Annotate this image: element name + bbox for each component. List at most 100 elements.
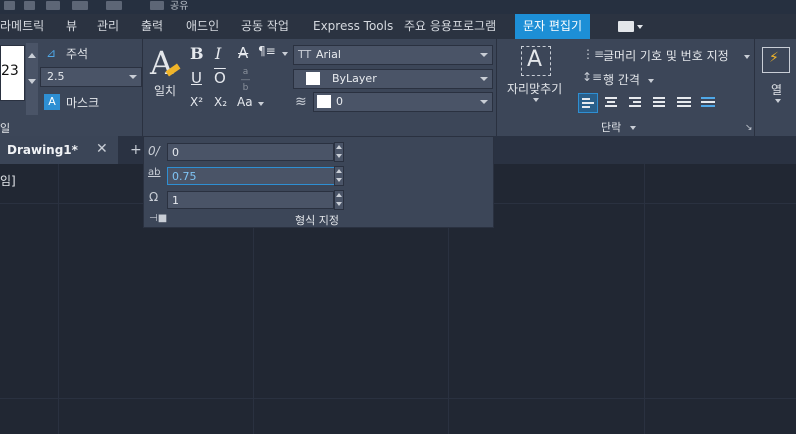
distribute-spacing-button[interactable] <box>698 93 718 113</box>
text-height-preview[interactable]: 23 <box>0 45 25 101</box>
save-icon[interactable] <box>4 1 15 10</box>
undo-icon[interactable] <box>72 1 88 10</box>
match-properties-icon[interactable]: A <box>150 44 173 82</box>
line-spacing-icon[interactable]: ↕≡ <box>582 70 602 84</box>
tab-parametric[interactable]: 라메트릭 <box>0 14 44 39</box>
superscript-button[interactable]: X² <box>190 95 203 109</box>
justification-icon[interactable]: A <box>521 46 551 76</box>
annotative-label[interactable]: 주석 <box>66 45 88 62</box>
ribbon-tab-bar: 라메트릭 뷰 관리 출력 애드인 공동 작업 Express Tools 주요 … <box>0 14 796 39</box>
grid-line <box>0 398 796 399</box>
dialog-launcher-icon[interactable]: ↘ <box>745 123 753 133</box>
tab-view[interactable]: 뷰 <box>66 14 77 39</box>
tab-express-tools[interactable]: Express Tools <box>313 14 393 39</box>
scroll-down-icon[interactable] <box>28 79 36 84</box>
paragraph-panel-title: 단락 <box>601 121 622 134</box>
justification-icon-letter: A <box>527 47 543 72</box>
tracking-input[interactable]: 1 <box>167 191 334 209</box>
document-tab-label[interactable]: Drawing1* <box>7 143 78 157</box>
redo-icon[interactable] <box>106 1 122 10</box>
bullets-label[interactable]: 글머리 기호 및 번호 지정 <box>603 47 729 64</box>
divider <box>142 39 143 136</box>
chevron-down-icon <box>480 77 488 81</box>
font-dropdown[interactable]: TT Arial <box>293 45 493 65</box>
change-case-button[interactable]: Aa <box>237 95 253 109</box>
text-height-preview-value: 23 <box>1 63 19 79</box>
color-swatch <box>306 72 320 85</box>
layers-icon: ≋ <box>295 94 307 110</box>
align-center-button[interactable] <box>602 93 622 113</box>
columns-label[interactable]: 열 <box>771 81 782 98</box>
stack-glyph: b <box>242 83 249 93</box>
chevron-down-icon[interactable] <box>648 79 654 83</box>
ribbon-minimize-icon[interactable] <box>618 21 634 32</box>
document-tab[interactable]: Drawing1* ✕ <box>0 136 118 164</box>
tab-output[interactable]: 출력 <box>141 14 163 39</box>
align-left-button[interactable] <box>578 93 598 113</box>
tab-addins[interactable]: 애드인 <box>186 14 219 39</box>
overline-button[interactable]: O <box>214 69 226 87</box>
format-panel-title: 형식 지정 <box>295 214 339 227</box>
line-spacing-label[interactable]: 행 간격 <box>603 71 640 88</box>
width-factor-input[interactable]: 0.75 <box>167 167 344 185</box>
italic-button[interactable]: I <box>215 44 221 63</box>
match-label[interactable]: 일치 <box>154 82 176 99</box>
chevron-down-icon[interactable] <box>258 102 264 106</box>
paragraph-style-icon[interactable]: ¶≡ <box>258 44 276 58</box>
mask-label[interactable]: 마스크 <box>66 94 99 111</box>
share-icon[interactable] <box>150 1 164 10</box>
background-mask-value: 0 <box>336 95 343 108</box>
annotative-icon[interactable]: ⊿ <box>46 46 56 60</box>
chevron-down-icon <box>480 53 488 57</box>
tab-manage[interactable]: 관리 <box>97 14 119 39</box>
chevron-down-icon[interactable] <box>637 25 643 29</box>
strikethrough-button[interactable]: A <box>238 44 248 62</box>
subscript-button[interactable]: X₂ <box>214 95 227 109</box>
tracking-spinner[interactable] <box>334 190 344 210</box>
truetype-font-icon: TT <box>298 48 312 61</box>
canvas-viewport-label[interactable]: 임] <box>0 172 16 189</box>
new-tab-icon[interactable]: + <box>130 142 142 158</box>
pin-icon[interactable]: ⊣■ <box>149 213 167 224</box>
text-height-dropdown[interactable]: 2.5 <box>40 67 142 87</box>
oblique-angle-spinner[interactable] <box>334 142 344 162</box>
mask-icon[interactable]: A <box>44 94 60 110</box>
close-icon[interactable]: ✕ <box>96 141 108 157</box>
color-value: ByLayer <box>332 72 377 85</box>
chevron-down-icon <box>480 100 488 104</box>
columns-icon[interactable]: ⚡ <box>762 47 790 73</box>
bold-button[interactable]: B <box>190 44 204 63</box>
align-right-button[interactable] <box>626 93 646 113</box>
justification-label[interactable]: 자리맞추기 <box>507 80 562 97</box>
distribute-button[interactable] <box>674 93 694 113</box>
bullets-icon[interactable]: ⋮≡ <box>582 47 604 61</box>
plot-icon[interactable] <box>46 1 60 10</box>
scroll-up-icon[interactable] <box>28 53 36 58</box>
chevron-down-icon[interactable] <box>744 55 750 59</box>
tab-text-editor[interactable]: 문자 편집기 <box>515 14 591 39</box>
tab-featured-apps[interactable]: 주요 응용프로그램 <box>404 14 496 39</box>
chevron-down-icon[interactable] <box>775 99 781 103</box>
background-mask-dropdown[interactable]: 0 <box>313 92 493 112</box>
tab-collaborate[interactable]: 공동 작업 <box>241 14 289 39</box>
style-panel-title: 일 <box>0 122 11 135</box>
share-label[interactable]: 공유 <box>170 0 188 12</box>
chevron-down-icon[interactable] <box>282 52 288 56</box>
stack-button[interactable]: a ― b <box>241 68 250 93</box>
width-factor-value: 0.75 <box>172 170 197 183</box>
oblique-angle-input[interactable]: 0 <box>167 143 334 161</box>
tracking-value: 1 <box>172 194 179 207</box>
style-scroll[interactable] <box>26 43 38 115</box>
width-factor-spinner[interactable] <box>334 166 344 186</box>
justify-button[interactable] <box>650 93 670 113</box>
tracking-icon: ab <box>148 167 161 178</box>
chevron-down-icon <box>129 75 137 79</box>
chevron-down-icon[interactable] <box>533 98 539 102</box>
chevron-down-icon[interactable] <box>630 126 636 130</box>
underline-button[interactable]: U <box>191 69 202 87</box>
text-color-dropdown[interactable]: ByLayer <box>293 69 493 89</box>
lightning-icon: ⚡ <box>769 50 779 66</box>
saveas-icon[interactable] <box>24 1 35 10</box>
divider <box>496 39 497 136</box>
text-height-value: 2.5 <box>47 70 65 83</box>
